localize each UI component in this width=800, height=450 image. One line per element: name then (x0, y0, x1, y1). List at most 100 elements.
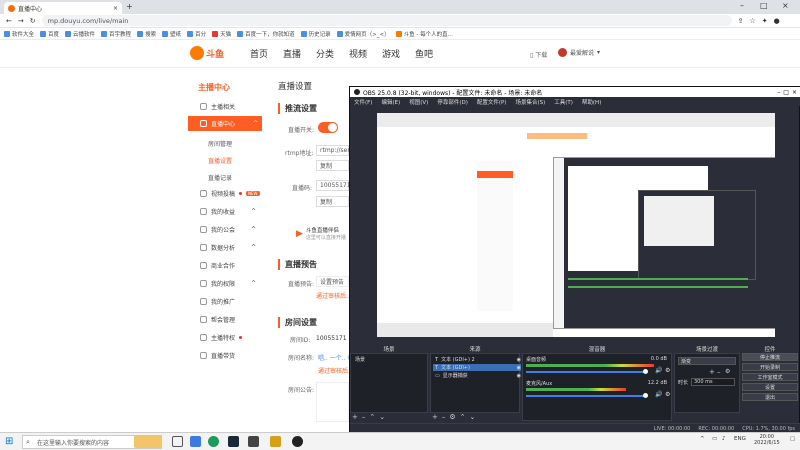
obs-menu-docks[interactable]: 停靠部件(D) (437, 98, 468, 106)
add-transition-icon[interactable]: + (709, 368, 715, 376)
settings-button[interactable]: 设置 (742, 383, 798, 391)
bookmark-item[interactable]: 百度 (40, 30, 59, 38)
clock[interactable]: 20:00 2022/6/15 (754, 434, 780, 446)
task-view-icon[interactable] (172, 436, 183, 447)
browser-tab[interactable]: 直播中心 × (4, 2, 122, 14)
star-icon[interactable]: ☆ (750, 17, 756, 25)
add-icon[interactable]: + (352, 413, 358, 421)
source-item-selected[interactable]: T 文本 (GDI+) ◉ (433, 364, 521, 371)
sidebar-item-analytics[interactable]: 数据分析 ^ (188, 240, 262, 255)
maximize-icon[interactable]: □ (760, 1, 768, 10)
download-link[interactable]: ▯ 下载 (530, 50, 547, 59)
down-icon[interactable]: ⌄ (379, 413, 385, 421)
minimize-icon[interactable]: – (740, 1, 744, 10)
assistant-promo[interactable]: ▶ 斗鱼直播伴侣 这里可以直接开播 (296, 226, 346, 241)
sidebar-item-clan[interactable]: 帮会管理 (188, 312, 262, 327)
app-icon[interactable] (270, 436, 281, 447)
speaker-icon[interactable]: 🔊 (655, 391, 662, 398)
windows-start-icon[interactable]: ⊞ (5, 436, 13, 447)
bookmark-item[interactable]: 斗鱼 - 每个人的直... (395, 30, 453, 38)
sidebar-item-anchor[interactable]: 主播相关 (188, 99, 262, 114)
nav-category[interactable]: 分类 (316, 47, 334, 60)
forward-icon[interactable]: → (18, 17, 24, 25)
volume-icon[interactable]: ♪ (722, 436, 726, 442)
bookmark-item[interactable]: 爱情网页（>_<） (336, 30, 390, 38)
remove-icon[interactable]: – (442, 413, 446, 421)
scene-item[interactable]: 场景 (353, 356, 425, 363)
live-switch-toggle[interactable] (318, 122, 338, 133)
sidebar-item-permissions[interactable]: 我的权限 ^ (188, 276, 262, 291)
sidebar-item-earnings[interactable]: 我的收益 ^ (188, 204, 262, 219)
sidebar-item-promotion[interactable]: 我的推广 (188, 294, 262, 309)
app-icon[interactable] (248, 436, 259, 447)
tab-close-icon[interactable]: × (113, 5, 118, 12)
volume-knob-desktop[interactable] (643, 369, 648, 374)
obs-menu-view[interactable]: 视图(V) (409, 98, 428, 106)
rtmp-input[interactable]: rtmp://sen (316, 145, 351, 156)
edge-browser-icon[interactable] (190, 436, 201, 447)
obs-menu-edit[interactable]: 编辑(E) (381, 98, 400, 106)
studio-mode-button[interactable]: 工作室模式 (742, 373, 798, 381)
chrome-icon[interactable] (208, 436, 219, 447)
douyu-logo[interactable]: 斗鱼 (190, 44, 234, 62)
volume-slider-mic[interactable] (526, 395, 646, 397)
sidebar-item-video-upload[interactable]: 视频投稿 NEW (188, 186, 262, 201)
exit-button[interactable]: 退出 (742, 393, 798, 401)
bookmark-item[interactable]: 壁纸 (162, 30, 181, 38)
close-window-icon[interactable]: × (782, 1, 789, 10)
obs-close-icon[interactable]: × (792, 89, 797, 96)
source-item[interactable]: T 文本 (GDI+) 2 ◉ (433, 356, 521, 364)
address-input[interactable]: mp.douyu.com/live/main (41, 15, 732, 26)
nav-live[interactable]: 直播 (283, 47, 301, 60)
room-notice-textarea[interactable] (316, 382, 349, 422)
preview-review-link[interactable]: 通过审核后... (316, 291, 352, 300)
language-indicator[interactable]: ENG (734, 436, 746, 442)
gear-icon[interactable]: ⚙ (725, 368, 730, 375)
new-tab-icon[interactable]: + (126, 2, 133, 11)
tray-chevron-icon[interactable]: ^ (700, 436, 705, 442)
obs-taskbar-icon[interactable] (292, 436, 303, 447)
sidebar-item-privileges[interactable]: 主播特权 (188, 330, 262, 345)
start-recording-button[interactable]: 开始录制 (742, 363, 798, 371)
down-icon[interactable]: ⌄ (470, 413, 476, 421)
bookmark-item[interactable]: 搜索 (137, 30, 156, 38)
eye-icon[interactable]: ◉ (517, 373, 521, 379)
bookmark-item[interactable]: 云播软件 (65, 30, 95, 38)
sidebar-item-guild[interactable]: 我的公会 ^ (188, 222, 262, 237)
source-item[interactable]: ▭ 显示器捕获 ◉ (433, 372, 521, 380)
reload-icon[interactable]: ↻ (30, 17, 36, 25)
obs-menu-file[interactable]: 文件(F) (354, 98, 372, 106)
sidebar-sub-live-settings[interactable]: 直播设置 (208, 156, 232, 165)
obs-maximize-icon[interactable]: □ (783, 89, 789, 96)
nav-home[interactable]: 首页 (250, 47, 268, 60)
volume-knob-mic[interactable] (643, 393, 648, 398)
sidebar-item-commerce[interactable]: 直播带货 (188, 348, 262, 363)
gear-icon[interactable]: ⚙ (449, 413, 455, 421)
obs-preview[interactable] (377, 113, 775, 337)
bookmark-item[interactable]: 历史记录 (300, 30, 331, 38)
steam-icon[interactable] (228, 436, 239, 447)
bookmark-item[interactable]: 软件大全 (4, 30, 34, 38)
eye-icon[interactable]: ◉ (517, 365, 521, 371)
up-icon[interactable]: ⌃ (460, 413, 466, 421)
bookmark-item[interactable]: 天猫 (212, 30, 231, 38)
gear-icon[interactable]: ⚙ (665, 367, 670, 374)
add-icon[interactable]: + (432, 413, 438, 421)
bookmark-item[interactable]: 百宇教程 (101, 30, 131, 38)
obs-minimize-icon[interactable]: – (777, 89, 780, 96)
speaker-icon[interactable]: 🔊 (655, 367, 662, 374)
notification-icon[interactable]: ▢ (790, 436, 795, 442)
remove-transition-icon[interactable]: – (717, 368, 721, 376)
share-icon[interactable]: ⇪ (738, 17, 744, 25)
copy-rtmp-button[interactable]: 复制 (316, 160, 349, 171)
stop-streaming-button[interactable]: 停止推流 (742, 353, 798, 361)
user-menu[interactable]: 最爱解说 ▾ (558, 48, 600, 57)
sidebar-sub-live-records[interactable]: 直播记录 (208, 173, 232, 182)
nav-game[interactable]: 游戏 (382, 47, 400, 60)
remove-icon[interactable]: – (362, 413, 366, 421)
up-icon[interactable]: ⌃ (369, 413, 375, 421)
obs-menu-profile[interactable]: 配置文件(P) (477, 98, 507, 106)
extensions-icon[interactable]: ✦ (762, 17, 768, 25)
sidebar-item-live-center[interactable]: 直播中心 ^ (188, 116, 262, 131)
nav-video[interactable]: 视频 (349, 47, 367, 60)
